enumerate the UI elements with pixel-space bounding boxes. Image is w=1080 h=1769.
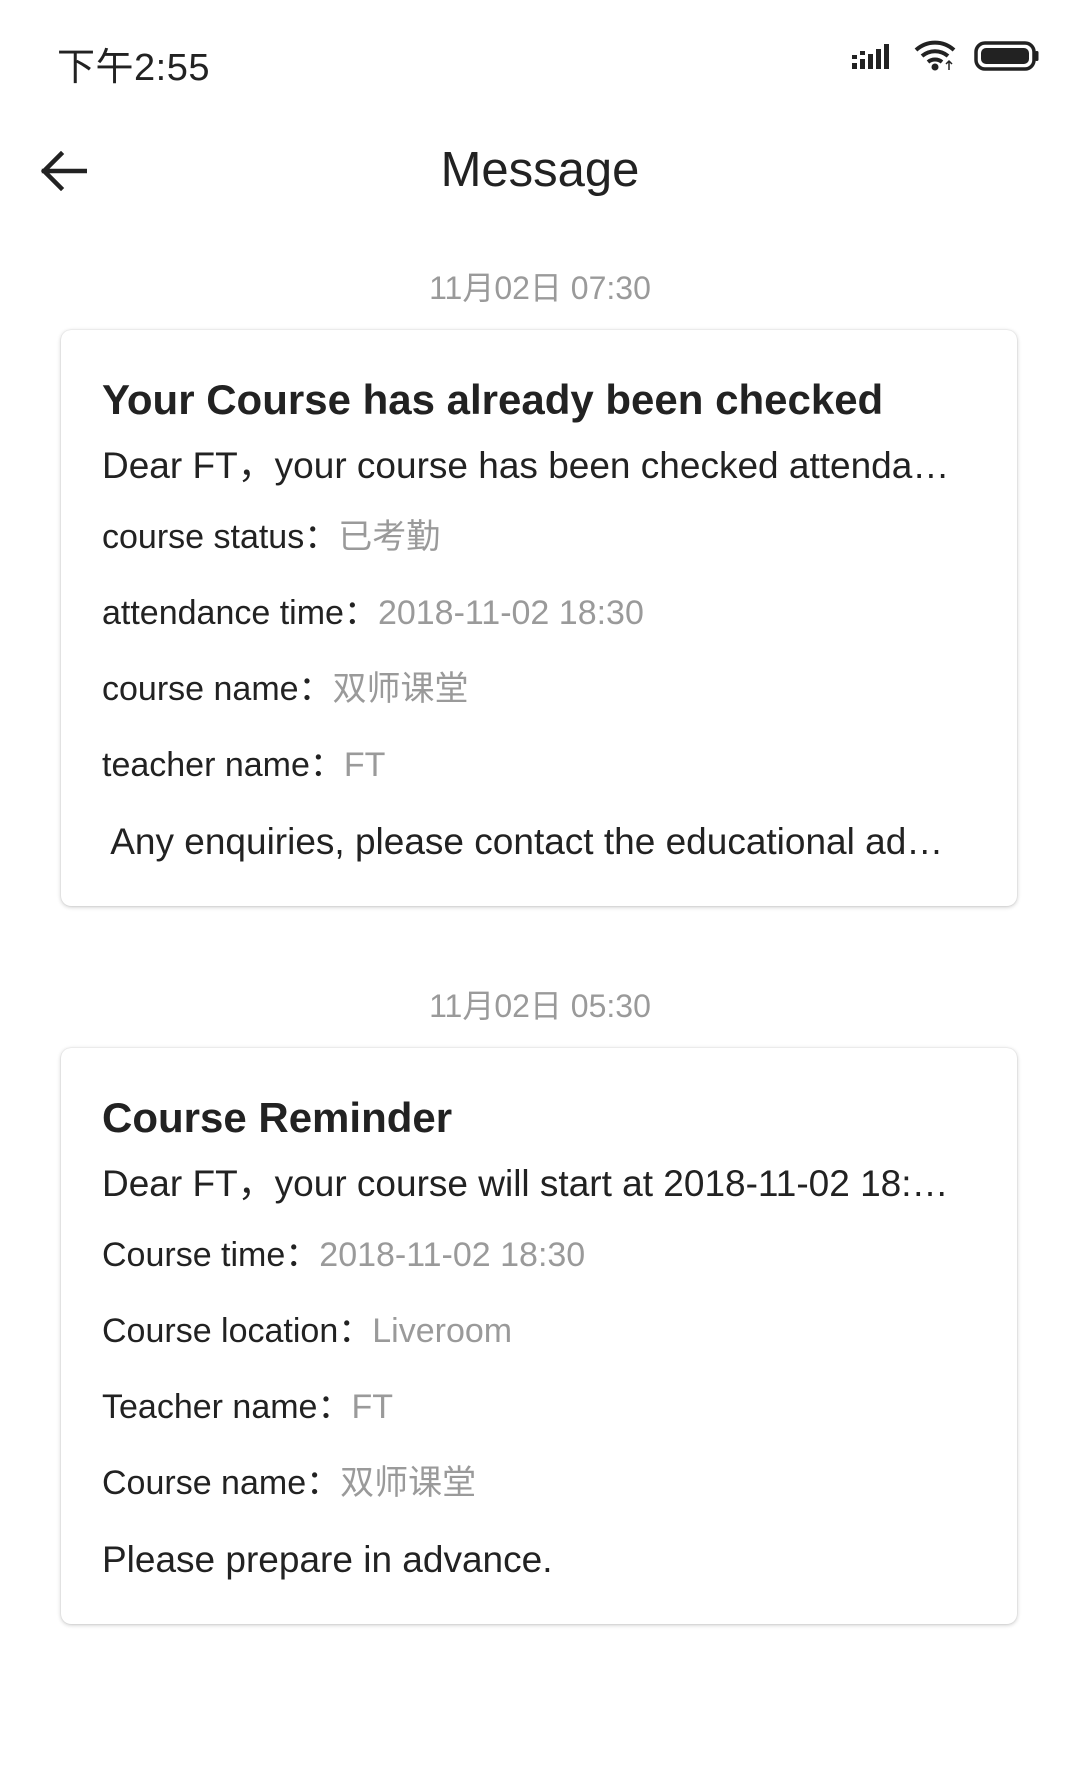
field-label: Course location： bbox=[102, 1312, 373, 1350]
message-timestamp: 11月02日 05:30 bbox=[429, 988, 651, 1024]
field-label: attendance time： bbox=[102, 594, 378, 632]
status-time: 下午2:55 bbox=[57, 47, 210, 89]
message-list: 11月02日 07:30 Your Course has already bee… bbox=[0, 268, 1080, 1704]
field-course-status: course status：已考勤 bbox=[102, 514, 975, 560]
field-value: FT bbox=[343, 746, 386, 784]
field-course-time: Course time：2018-11-02 18:30 bbox=[102, 1232, 975, 1278]
field-teacher-name: teacher name：FT bbox=[102, 742, 975, 788]
field-course-name: Course name：双师课堂 bbox=[102, 1460, 975, 1506]
message-card[interactable]: Course Reminder Dear FT，your course will… bbox=[61, 1048, 1017, 1624]
message-summary: Dear FT，your course has been checked att… bbox=[102, 445, 950, 486]
message-group: 11月02日 05:30 Course Reminder Dear FT，you… bbox=[0, 986, 1080, 1624]
signal-icon bbox=[852, 41, 896, 71]
field-label: course name： bbox=[102, 670, 333, 708]
field-label: Teacher name： bbox=[102, 1388, 352, 1426]
message-card[interactable]: Your Course has already been checked Dea… bbox=[61, 330, 1017, 906]
field-value: FT bbox=[351, 1388, 394, 1426]
field-value: 双师课堂 bbox=[332, 670, 469, 708]
status-icons bbox=[852, 40, 1040, 72]
message-title: Course Reminder bbox=[102, 1094, 453, 1141]
page-title: Message bbox=[440, 143, 640, 197]
field-course-location: Course location：Liveroom bbox=[102, 1308, 975, 1354]
message-summary: Dear FT，your course will start at 2018-1… bbox=[102, 1163, 949, 1204]
field-teacher-name: Teacher name：FT bbox=[102, 1384, 975, 1430]
message-footer: Any enquiries, please contact the educat… bbox=[102, 821, 944, 862]
battery-icon bbox=[974, 41, 1040, 71]
field-value: 2018-11-02 18:30 bbox=[377, 594, 644, 632]
field-label: teacher name： bbox=[102, 746, 344, 784]
field-value: 已考勤 bbox=[338, 518, 441, 556]
field-value: 双师课堂 bbox=[340, 1464, 477, 1502]
field-value: 2018-11-02 18:30 bbox=[319, 1236, 586, 1274]
message-timestamp: 11月02日 07:30 bbox=[429, 270, 651, 306]
field-attendance-time: attendance time：2018-11-02 18:30 bbox=[102, 590, 975, 636]
message-group: 11月02日 07:30 Your Course has already bee… bbox=[0, 268, 1080, 906]
field-label: course status： bbox=[102, 518, 339, 556]
field-value: Liveroom bbox=[372, 1312, 513, 1350]
field-course-name: course name：双师课堂 bbox=[102, 666, 975, 712]
message-title: Your Course has already been checked bbox=[102, 376, 884, 423]
app-header: Message bbox=[0, 120, 1080, 230]
field-label: Course name： bbox=[102, 1464, 341, 1502]
wifi-icon bbox=[914, 40, 956, 72]
field-label: Course time： bbox=[102, 1236, 320, 1274]
message-footer: Please prepare in advance. bbox=[102, 1539, 553, 1580]
status-bar: 下午2:55 bbox=[0, 0, 1080, 120]
